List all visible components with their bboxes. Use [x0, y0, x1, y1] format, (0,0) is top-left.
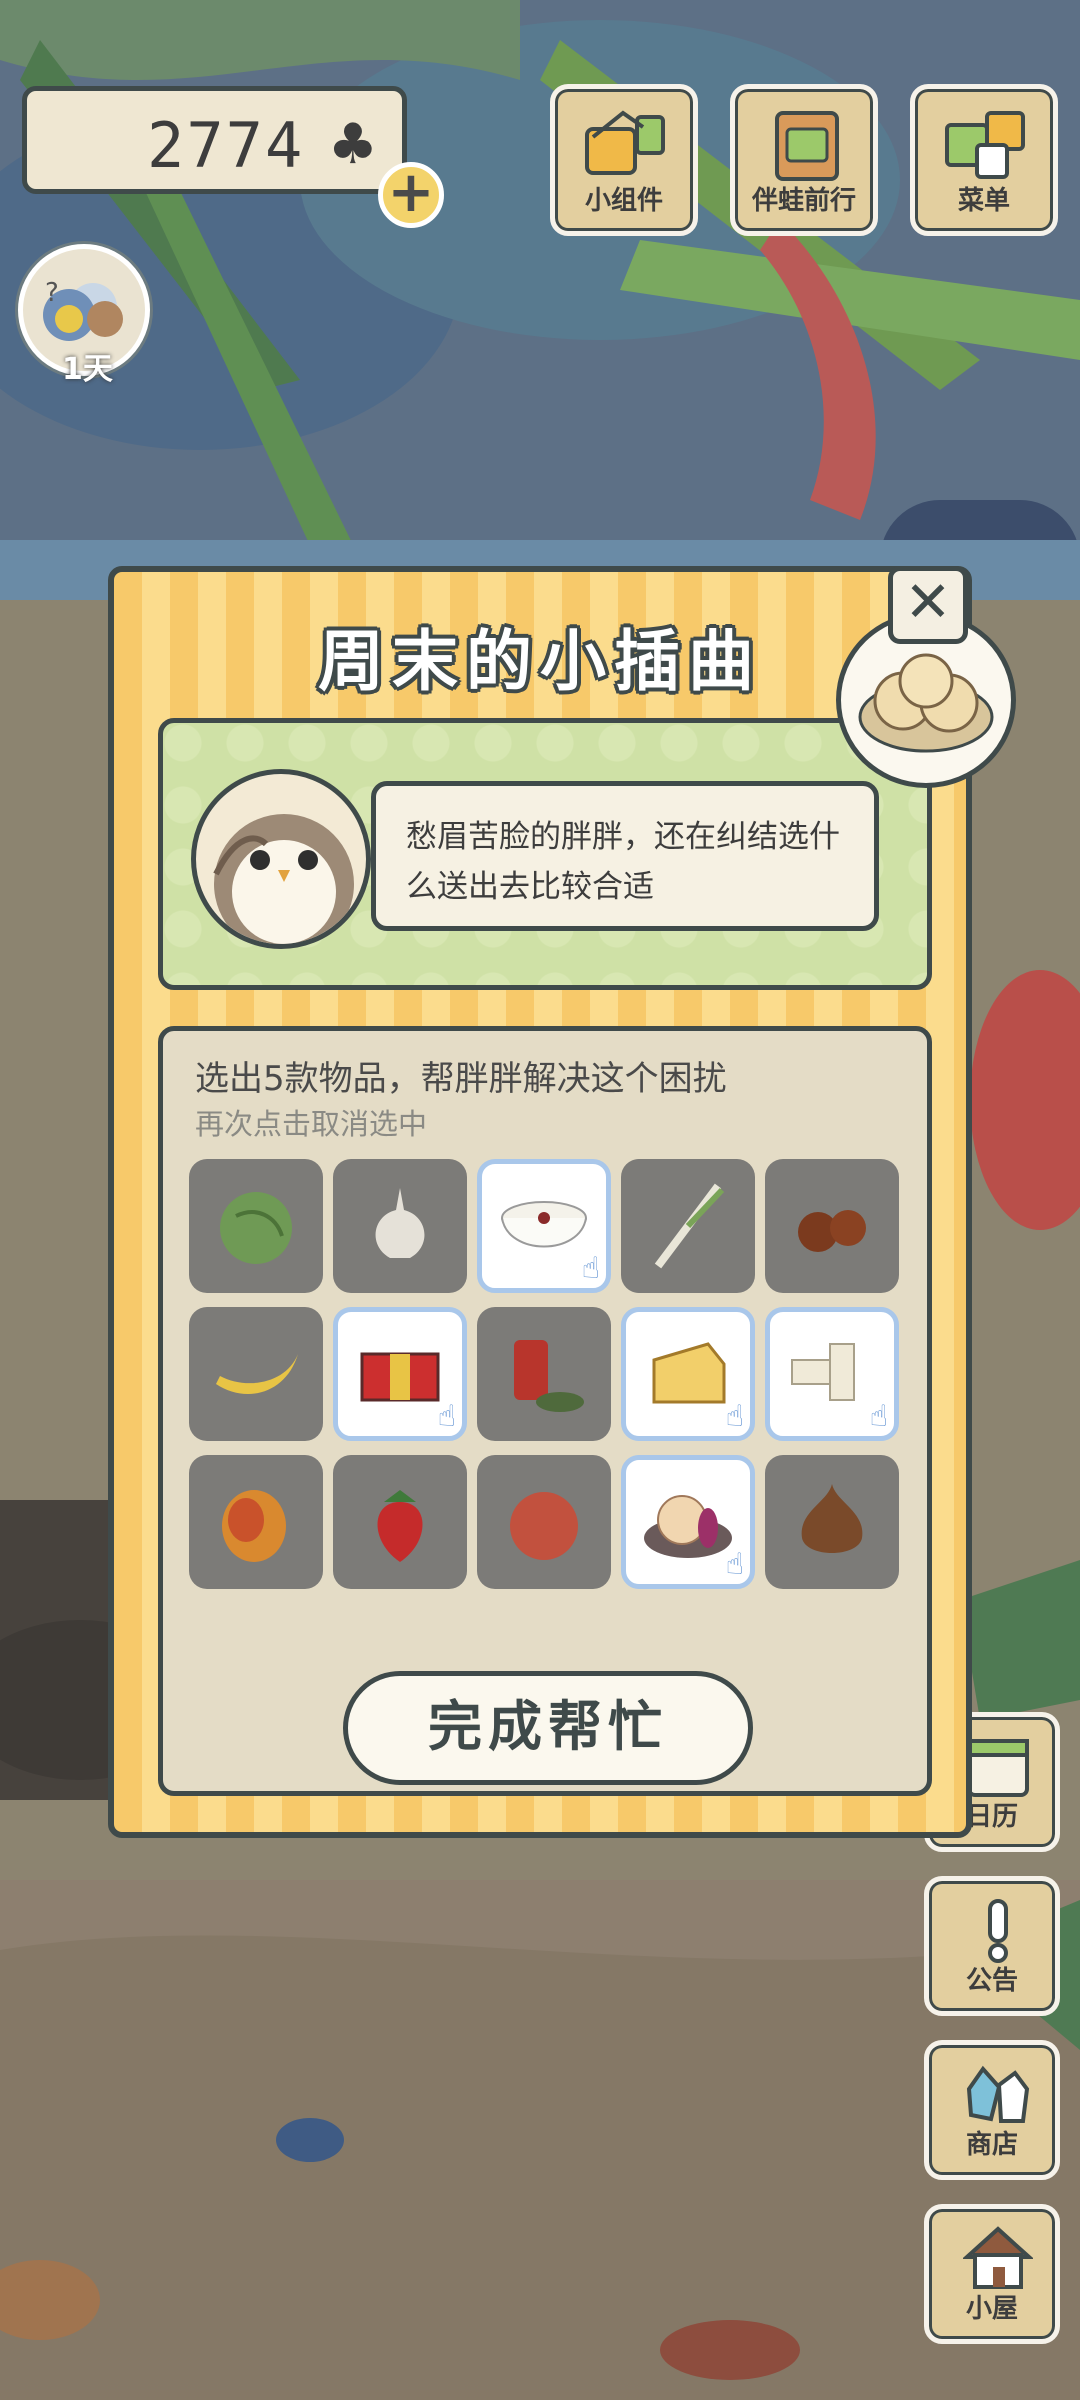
garlic-item[interactable] [333, 1159, 467, 1293]
house-label: 小屋 [965, 2294, 1018, 2324]
strawberry-icon [377, 1490, 423, 1562]
frog-travel-icon [775, 111, 839, 181]
menu-button[interactable]: 菜单 [910, 84, 1058, 236]
gift-box-icon [360, 1352, 440, 1402]
nougat-icon [791, 1343, 855, 1401]
tap-hand-icon: ☝ [437, 1399, 456, 1434]
clover-icon: ♣ [327, 112, 378, 177]
clover-count: 2774 [147, 109, 305, 182]
add-clover-button[interactable]: + [378, 162, 444, 228]
frog-travel-button[interactable]: 伴蛙前行 [730, 84, 878, 236]
close-dialog-button[interactable]: ✕ [888, 566, 968, 644]
flower-cake-icon [644, 1495, 732, 1558]
days-label: 1天 [62, 352, 113, 387]
selection-instruction: 选出5款物品，帮胖胖解决这个困扰 [195, 1059, 727, 1099]
cabbage-icon [220, 1192, 292, 1264]
shop-icon [966, 2065, 1030, 2123]
peach-item[interactable] [477, 1455, 611, 1589]
tea-can-item[interactable] [477, 1307, 611, 1441]
shop-label: 商店 [965, 2130, 1018, 2160]
house-icon [963, 2226, 1033, 2289]
garlic-icon [375, 1188, 425, 1258]
onion-icon [801, 1484, 863, 1553]
nougat-item[interactable]: ☝ [765, 1307, 899, 1441]
widget-button[interactable]: 小组件 [550, 84, 698, 236]
mango-item[interactable] [189, 1455, 323, 1589]
scallion-item[interactable] [621, 1159, 755, 1293]
scallion-icon [654, 1183, 725, 1269]
selection-hint: 再次点击取消选中 [195, 1107, 428, 1141]
menu-cards-icon [945, 111, 1025, 179]
owl-avatar [191, 769, 371, 949]
item-grid: ☝ ☝ ☝ ☝ ☝ [189, 1159, 909, 1589]
notice-label: 公告 [965, 1966, 1018, 1996]
notice-icon [988, 1899, 1008, 1963]
onion-item[interactable] [765, 1455, 899, 1589]
cheese-icon [652, 1342, 726, 1404]
story-panel: 愁眉苦脸的胖胖，还在纠结选什么送出去比较合适 [158, 718, 932, 990]
banana-item[interactable] [189, 1307, 323, 1441]
strawberry-item[interactable] [333, 1455, 467, 1589]
house-button[interactable]: 小屋 [924, 2204, 1060, 2344]
notice-button[interactable]: 公告 [924, 1876, 1060, 2016]
chestnut-item[interactable] [765, 1159, 899, 1293]
shop-button[interactable]: 商店 [924, 2040, 1060, 2180]
porridge-item[interactable]: ☝ [477, 1159, 611, 1293]
tea-can-icon [514, 1340, 584, 1412]
menu-label: 菜单 [957, 186, 1010, 216]
tap-hand-icon: ☝ [869, 1399, 888, 1434]
svg-text:?: ? [45, 278, 59, 308]
selection-panel: 选出5款物品，帮胖胖解决这个困扰 再次点击取消选中 ☝ ☝ ☝ ☝ ☝ 完成帮忙 [158, 1026, 932, 1796]
event-dialog: 周末的小插曲 愁眉苦脸的胖胖，还在纠结选什么送出去比较合适 选出5款物品，帮胖胖… [108, 566, 1016, 1838]
calendar-icon [967, 1739, 1029, 1797]
complete-help-button[interactable]: 完成帮忙 [343, 1671, 753, 1785]
banana-icon [216, 1354, 298, 1394]
tap-hand-icon: ☝ [581, 1251, 600, 1286]
porridge-bowl-icon [501, 1201, 587, 1248]
story-speech-bubble: 愁眉苦脸的胖胖，还在纠结选什么送出去比较合适 [371, 781, 879, 931]
game-scene: 2774 ♣ + ? 1天 小组件 伴蛙前行 菜单 日历 公告 商店 小屋 周末… [0, 0, 1080, 2400]
owl-icon [213, 814, 354, 944]
gift-box-item[interactable]: ☝ [333, 1307, 467, 1441]
clover-counter: 2774 ♣ [22, 86, 407, 194]
frog-travel-label: 伴蛙前行 [751, 186, 856, 216]
tap-hand-icon: ☝ [725, 1547, 744, 1582]
flower-cake-item[interactable]: ☝ [621, 1455, 755, 1589]
cheese-item[interactable]: ☝ [621, 1307, 755, 1441]
peach-icon [510, 1492, 578, 1560]
widget-icon [585, 110, 665, 175]
tap-hand-icon: ☝ [725, 1399, 744, 1434]
cabbage-item[interactable] [189, 1159, 323, 1293]
mango-icon [222, 1490, 286, 1562]
widget-label: 小组件 [584, 186, 663, 216]
chestnut-icon [798, 1210, 866, 1252]
